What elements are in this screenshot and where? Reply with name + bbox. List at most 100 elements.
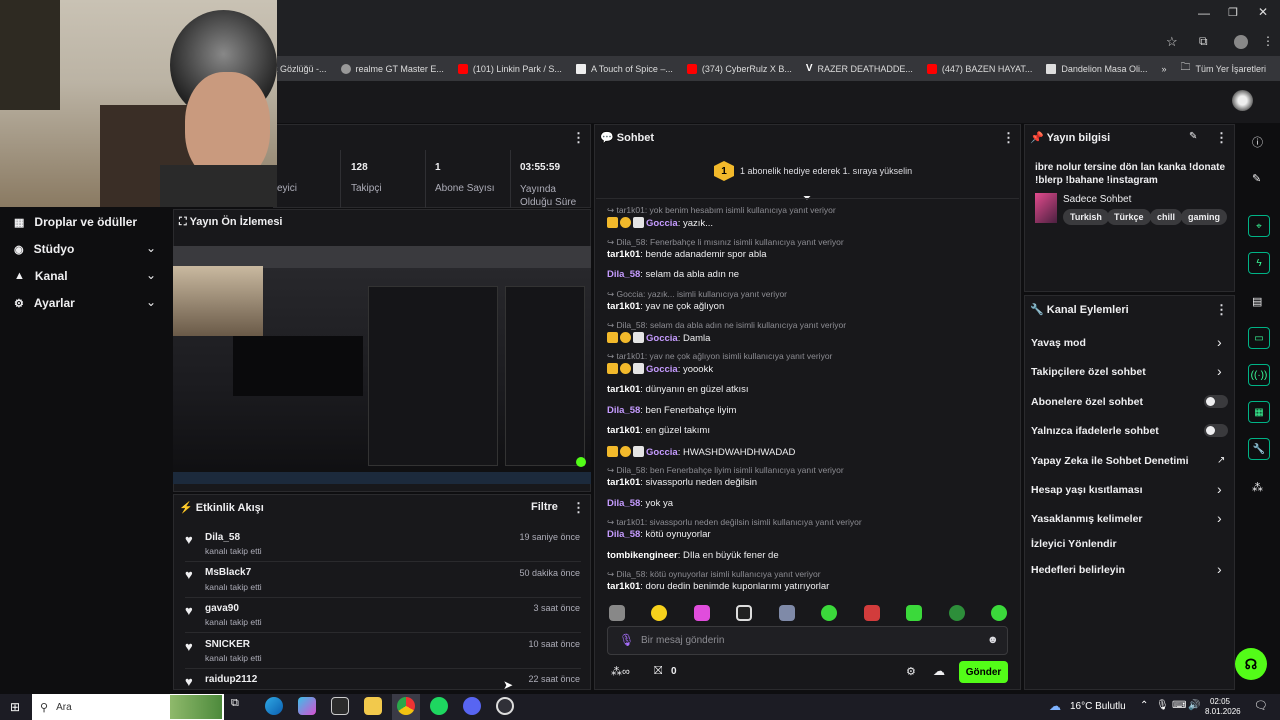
chat-message[interactable]: tar1k01: sivassporlu neden değilsin <box>607 477 757 488</box>
task-view-icon[interactable]: ⧉ <box>231 697 249 715</box>
notifications-icon[interactable]: 🗨 <box>1254 699 1268 712</box>
chat-bubble-icon[interactable]: ▭ <box>1248 327 1270 349</box>
emote-icon[interactable] <box>906 605 922 621</box>
stream-preview-video[interactable] <box>173 246 591 484</box>
chat-message[interactable]: tar1k01: dünyanın en güzel atkısı <box>607 384 749 395</box>
chat-username[interactable]: Dila_58 <box>607 498 640 509</box>
feed-menu-icon[interactable]: ⋮ <box>572 500 585 516</box>
chat-message[interactable]: Dila_58: kötü oynuyorlar <box>607 529 711 540</box>
chat-message[interactable]: Dila_58: ben Fenerbahçe liyim <box>607 405 736 416</box>
document-icon[interactable]: ▤ <box>1252 295 1262 308</box>
nav-channel[interactable]: ▲ Kanal <box>14 269 68 283</box>
emote-icon[interactable] <box>949 605 965 621</box>
menu-icon[interactable]: ⋮ <box>1262 34 1274 48</box>
chat-message[interactable]: Goccia: HWASHDWAHDHWADAD <box>607 446 795 458</box>
chat-username[interactable]: tar1k01 <box>607 477 640 488</box>
chrome-icon[interactable] <box>397 697 415 715</box>
close-icon[interactable]: ✕ <box>1258 5 1268 19</box>
chat-username[interactable]: tombikengineer <box>607 550 678 561</box>
chevron-right-icon[interactable]: › <box>1217 561 1222 577</box>
emote-icon[interactable] <box>736 605 752 621</box>
bookmark-3[interactable]: (101) Linkin Park / S... <box>457 63 562 74</box>
chat-username[interactable]: tar1k01 <box>607 425 640 436</box>
actions-menu-icon[interactable]: ⋮ <box>1215 302 1228 318</box>
emote-icon[interactable] <box>991 605 1007 621</box>
chat-username[interactable]: Goccia <box>646 218 678 229</box>
restore-icon[interactable]: ❐ <box>1228 6 1238 19</box>
send-button[interactable]: Gönder <box>959 661 1008 683</box>
points-icon[interactable]: ⁂∞ <box>611 665 630 678</box>
chat-username[interactable]: tar1k01 <box>607 384 640 395</box>
bookmark-5[interactable]: (374) CyberRulz X B... <box>686 63 792 74</box>
action-raid[interactable]: İzleyici Yönlendir <box>1031 538 1117 550</box>
bookmark-4[interactable]: A Touch of Spice –... <box>575 63 673 74</box>
action-ai-moderation[interactable]: Yapay Zeka ile Sohbet Denetimi <box>1031 455 1189 467</box>
mic-tray-icon[interactable]: 🎙 <box>1156 700 1169 711</box>
wrench-icon[interactable]: 🔧 <box>1248 438 1270 460</box>
action-account-age[interactable]: Hesap yaşı kısıtlaması <box>1031 484 1143 496</box>
emote-icon[interactable] <box>864 605 880 621</box>
store-icon[interactable] <box>331 697 349 715</box>
bookmark-8[interactable]: Dandelion Masa Oli... <box>1046 63 1147 74</box>
bookmark-2[interactable]: realme GT Master E... <box>340 63 444 74</box>
chat-message[interactable]: tar1k01: en güzel takımı <box>607 425 710 436</box>
gift-icon[interactable]: ⛝ <box>654 665 662 678</box>
stats-menu-icon[interactable]: ⋮ <box>572 130 585 146</box>
tag[interactable]: gaming <box>1181 209 1228 225</box>
tag[interactable]: Turkish <box>1063 209 1109 225</box>
chevron-right-icon[interactable]: › <box>1217 363 1222 379</box>
bot-icon[interactable]: ☁ <box>933 664 945 678</box>
emote-icon[interactable] <box>609 605 625 621</box>
volume-icon[interactable]: 🔊 <box>1188 700 1200 711</box>
layout-icon[interactable]: ▦ <box>1248 401 1270 423</box>
chevron-right-icon[interactable]: › <box>1217 334 1222 350</box>
chat-username[interactable]: tar1k01 <box>607 249 640 260</box>
edge-icon[interactable] <box>265 697 283 715</box>
feed-item-name[interactable]: SNICKER <box>205 639 250 650</box>
emote-icon[interactable] <box>651 605 667 621</box>
minimize-icon[interactable]: — <box>1198 6 1210 20</box>
category-name[interactable]: Sadece Sohbet <box>1063 194 1131 205</box>
support-icon[interactable]: ☊ <box>1235 648 1267 680</box>
tray-chevron-icon[interactable]: ⌃ <box>1140 700 1148 711</box>
tag[interactable]: chill <box>1150 209 1183 225</box>
all-bookmarks-button[interactable]: 🗀 Tüm Yer İşaretleri <box>1180 60 1266 77</box>
feed-item-name[interactable]: raidup2112 <box>205 674 257 685</box>
discord-icon[interactable] <box>463 697 481 715</box>
chat-message[interactable]: Goccia: yoookk <box>607 363 713 375</box>
feed-item-name[interactable]: gava90 <box>205 603 239 614</box>
emoji-icon[interactable]: ☻ <box>987 634 999 646</box>
filter-button[interactable]: Filtre <box>531 501 558 513</box>
star-icon[interactable]: ☆ <box>1166 34 1178 50</box>
chat-message[interactable]: Dila_58: yok ya <box>607 498 673 509</box>
nav-studio[interactable]: ◉ Stüdyo <box>14 242 74 256</box>
spotify-icon[interactable] <box>430 697 448 715</box>
chat-username[interactable]: tar1k01 <box>607 301 640 312</box>
emote-icon[interactable] <box>779 605 795 621</box>
chat-message[interactable]: tombikengineer: DIla en büyük fener de <box>607 550 779 561</box>
copilot-icon[interactable] <box>298 697 316 715</box>
chat-username[interactable]: Dila_58 <box>607 405 640 416</box>
chat-username[interactable]: tar1k01 <box>607 581 640 592</box>
profile-avatar[interactable] <box>1234 35 1248 49</box>
external-link-icon[interactable]: ↗ <box>1217 455 1225 466</box>
bookmark-6[interactable]: V RAZER DEATHADDE... <box>806 63 913 74</box>
bookmark-7[interactable]: (447) BAZEN HAYAT... <box>926 63 1032 74</box>
subscribers-only-toggle[interactable] <box>1204 395 1228 408</box>
obs-icon[interactable] <box>496 697 514 715</box>
extensions-icon[interactable]: ⧉ <box>1199 34 1208 49</box>
lightning-icon[interactable]: ϟ <box>1248 252 1270 274</box>
network-icon[interactable]: ⌨ <box>1172 700 1186 711</box>
windows-start-icon[interactable]: ⊞ <box>10 700 20 714</box>
chat-menu-icon[interactable]: ⋮ <box>1002 130 1015 146</box>
nav-drops[interactable]: ▦ Droplar ve ödüller <box>14 215 137 229</box>
emote-only-toggle[interactable] <box>1204 424 1228 437</box>
chat-message[interactable]: Goccia: Damla <box>607 332 710 344</box>
emote-icon[interactable] <box>694 605 710 621</box>
pencil-icon[interactable]: ✎ <box>1252 172 1261 185</box>
action-goals[interactable]: Hedefleri belirleyin <box>1031 564 1125 576</box>
chat-message[interactable]: tar1k01: doru dedin benimde kuponlarımı … <box>607 581 829 592</box>
gear-icon[interactable]: ⚙ <box>906 665 916 678</box>
user-avatar[interactable] <box>1232 90 1253 111</box>
feed-item-name[interactable]: Dila_58 <box>205 532 240 543</box>
